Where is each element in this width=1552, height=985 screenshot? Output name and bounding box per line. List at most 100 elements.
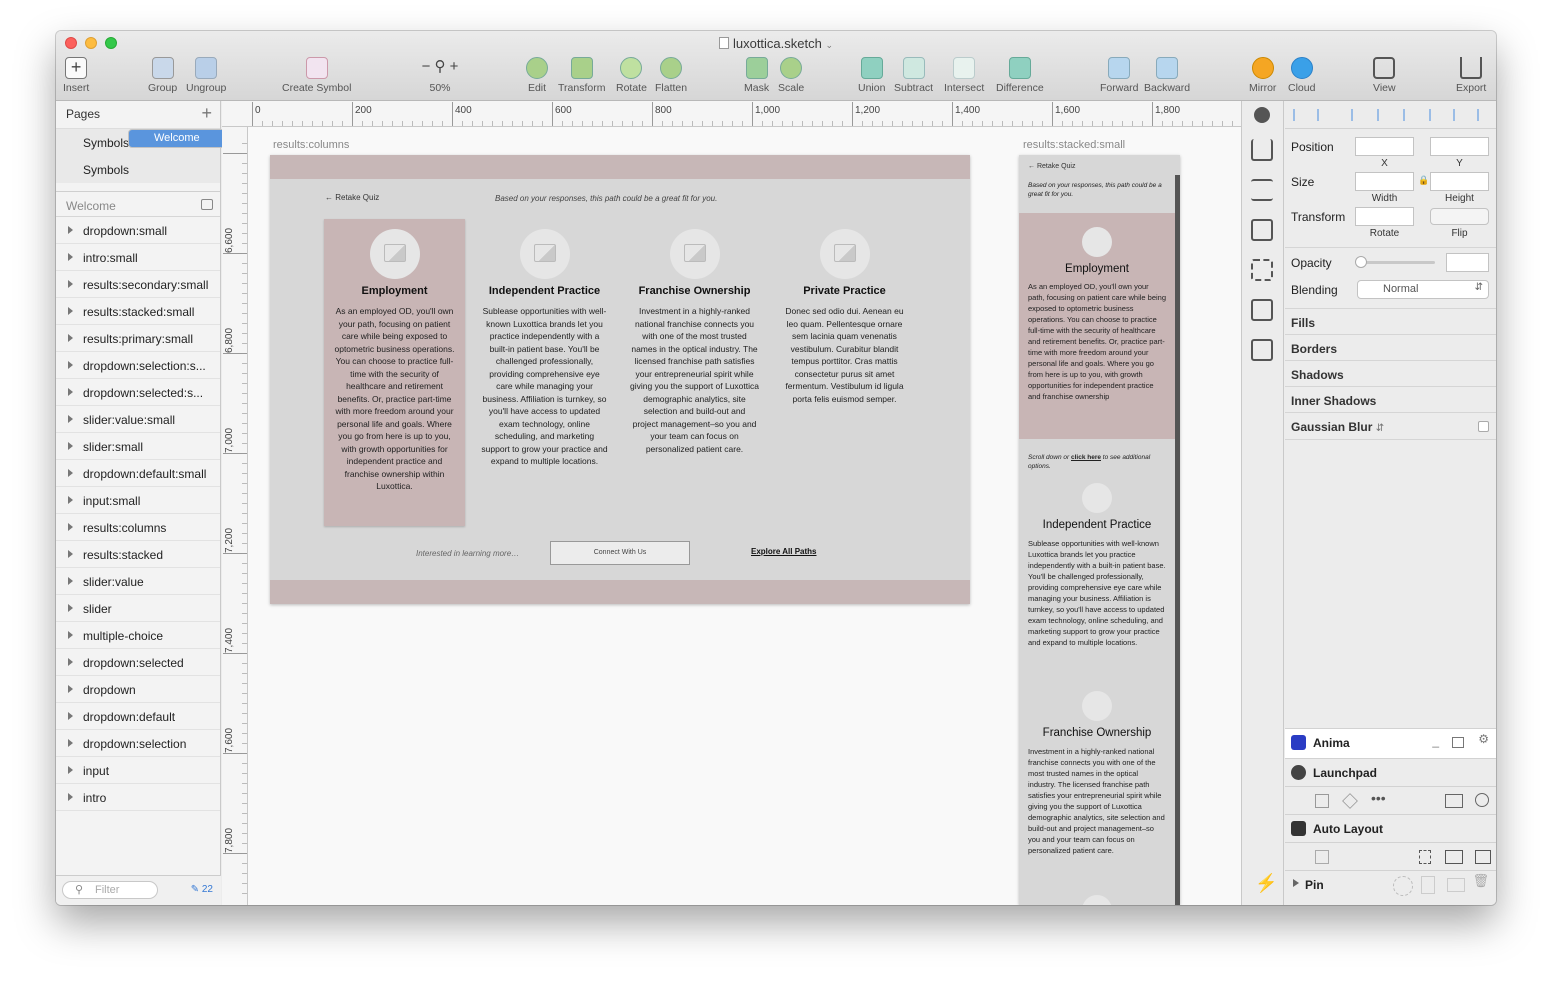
align-top-icon[interactable] xyxy=(1429,109,1441,121)
craft-icon[interactable] xyxy=(1254,107,1270,123)
layer-item[interactable]: dropdown xyxy=(56,676,220,703)
disclosure-triangle-icon[interactable] xyxy=(68,226,73,234)
trash-icon[interactable]: 🗑 xyxy=(1472,873,1489,889)
layer-item[interactable]: slider:value:small xyxy=(56,406,220,433)
disclosure-triangle-icon[interactable] xyxy=(68,739,73,747)
lock-icon[interactable]: 🔒 xyxy=(1418,175,1429,186)
minimize-icon[interactable]: _ xyxy=(1432,734,1439,748)
difference-button[interactable]: Difference xyxy=(996,57,1044,94)
layer-item[interactable]: results:columns xyxy=(56,514,220,541)
shadows-section[interactable]: Shadows xyxy=(1291,368,1344,382)
card-independent-practice[interactable]: Independent Practice Sublease opportunit… xyxy=(474,219,615,468)
disclosure-triangle-icon[interactable] xyxy=(68,658,73,666)
layer-item[interactable]: dropdown:selection:s... xyxy=(56,352,220,379)
click-here-link[interactable]: click here xyxy=(1071,454,1101,461)
align-bottom-icon[interactable] xyxy=(1477,109,1489,121)
retake-quiz-link[interactable]: ← Retake Quiz xyxy=(325,193,379,202)
disclosure-triangle-icon[interactable] xyxy=(68,685,73,693)
pin-all-icon[interactable] xyxy=(1393,876,1413,896)
layer-item[interactable]: intro:small xyxy=(56,244,220,271)
disclosure-triangle-icon[interactable] xyxy=(68,766,73,774)
disclosure-triangle-icon[interactable] xyxy=(68,631,73,639)
align-middle-icon[interactable] xyxy=(1453,109,1465,121)
card-employment[interactable]: Employment As an employed OD, you'll own… xyxy=(324,219,465,526)
browser-icon[interactable] xyxy=(1445,794,1463,808)
lightning-icon[interactable]: ⚡ xyxy=(1255,873,1277,894)
layer-item[interactable]: slider:value xyxy=(56,568,220,595)
layer-item[interactable]: results:stacked:small xyxy=(56,298,220,325)
fills-section[interactable]: Fills xyxy=(1291,316,1315,330)
pin-horizontal-icon[interactable] xyxy=(1447,878,1465,892)
layer-item[interactable]: slider:small xyxy=(56,433,220,460)
blending-select[interactable]: Normal ⇵ xyxy=(1357,280,1489,299)
retake-quiz-link[interactable]: ← Retake Quiz xyxy=(1028,163,1075,170)
upload-icon[interactable] xyxy=(1251,139,1273,161)
layer-item[interactable]: results:secondary:small xyxy=(56,271,220,298)
cube-icon[interactable] xyxy=(1342,793,1358,809)
launchpad-row[interactable]: Launchpad xyxy=(1285,758,1496,786)
flip-buttons[interactable] xyxy=(1430,208,1489,225)
edit-button[interactable]: Edit xyxy=(526,57,548,94)
stack-icon[interactable] xyxy=(1251,179,1273,201)
opacity-slider-knob[interactable] xyxy=(1355,256,1367,268)
disclosure-triangle-icon[interactable] xyxy=(68,361,73,369)
artboard-results-columns[interactable]: ← Retake Quiz Based on your responses, t… xyxy=(270,155,970,604)
zoom-out-button[interactable]: − xyxy=(422,58,431,75)
group-button[interactable]: Group xyxy=(148,57,177,94)
borders-section[interactable]: Borders xyxy=(1291,342,1337,356)
backward-button[interactable]: Backward xyxy=(1144,57,1190,94)
disclosure-triangle-icon[interactable] xyxy=(68,442,73,450)
artboard-results-stacked-small[interactable]: ← Retake Quiz Based on your responses, t… xyxy=(1019,155,1180,905)
horizontal-ruler[interactable]: 0 200 400 600 800 1,000 1,200 1,400 1,600 1,800 xyxy=(222,101,1241,127)
layer-item[interactable]: input xyxy=(56,757,220,784)
distribute-vertical-icon[interactable] xyxy=(1317,109,1329,121)
align-center-icon[interactable] xyxy=(1377,109,1389,121)
align-left-icon[interactable] xyxy=(1351,109,1363,121)
intersect-button[interactable]: Intersect xyxy=(944,57,984,94)
document-title[interactable]: luxottica.sketch xyxy=(733,36,822,51)
stack-layout-icon[interactable] xyxy=(1419,850,1431,864)
disclosure-triangle-icon[interactable] xyxy=(68,415,73,423)
card-private-practice[interactable]: Private Practice Donec sed odio dui. Aen… xyxy=(774,219,915,405)
width-input[interactable] xyxy=(1355,172,1414,191)
scrollbar[interactable] xyxy=(1175,175,1180,905)
rotate-button[interactable]: Rotate xyxy=(616,57,647,94)
gaussian-blur-checkbox[interactable] xyxy=(1478,421,1489,432)
filter-input[interactable]: ⚲ Filter xyxy=(62,881,158,899)
disclosure-triangle-icon[interactable] xyxy=(68,523,73,531)
more-icon[interactable]: ••• xyxy=(1371,790,1386,806)
scale-button[interactable]: Scale xyxy=(778,57,804,94)
connect-with-us-button[interactable]: Connect With Us xyxy=(550,541,690,565)
layer-item[interactable]: intro xyxy=(56,784,220,811)
disclosure-triangle-icon[interactable] xyxy=(68,469,73,477)
flatten-button[interactable]: Flatten xyxy=(655,57,687,94)
grid-icon[interactable] xyxy=(1251,259,1273,281)
vertical-ruler[interactable]: 6,600 6,800 7,000 7,200 7,400 7,600 7,800 xyxy=(222,127,248,905)
zoom-in-button[interactable]: + xyxy=(450,58,459,75)
mirror-button[interactable]: Mirror xyxy=(1249,57,1276,94)
disclosure-triangle-icon[interactable] xyxy=(68,550,73,558)
opacity-input[interactable] xyxy=(1446,253,1489,272)
distribute-horizontal-icon[interactable] xyxy=(1293,109,1305,121)
union-button[interactable]: Union xyxy=(858,57,885,94)
ungroup-button[interactable]: Ungroup xyxy=(186,57,226,94)
zoom-control[interactable]: − ⚲ +50% xyxy=(412,57,468,94)
layer-item[interactable]: dropdown:default:small xyxy=(56,460,220,487)
disclosure-triangle-icon[interactable] xyxy=(68,604,73,612)
artboard-label[interactable]: results:columns xyxy=(273,139,349,151)
auto-layout-row[interactable]: Auto Layout xyxy=(1285,814,1496,842)
devices-icon[interactable] xyxy=(1475,850,1491,864)
forward-button[interactable]: Forward xyxy=(1100,57,1139,94)
gaussian-blur-section[interactable]: Gaussian Blur ⇵ xyxy=(1291,420,1384,434)
layer-item[interactable]: slider xyxy=(56,595,220,622)
collapse-icon[interactable] xyxy=(201,199,213,210)
layer-item[interactable]: dropdown:selected xyxy=(56,649,220,676)
layer-item[interactable]: multiple-choice xyxy=(56,622,220,649)
artboard-label[interactable]: results:stacked:small xyxy=(1023,139,1125,151)
disclosure-triangle-icon[interactable] xyxy=(68,253,73,261)
rotate-input[interactable] xyxy=(1355,207,1414,226)
layer-item[interactable]: dropdown:default xyxy=(56,703,220,730)
disclosure-triangle-icon[interactable] xyxy=(68,712,73,720)
page-item[interactable]: Symbols xyxy=(56,156,220,183)
layer-item[interactable]: input:small xyxy=(56,487,220,514)
